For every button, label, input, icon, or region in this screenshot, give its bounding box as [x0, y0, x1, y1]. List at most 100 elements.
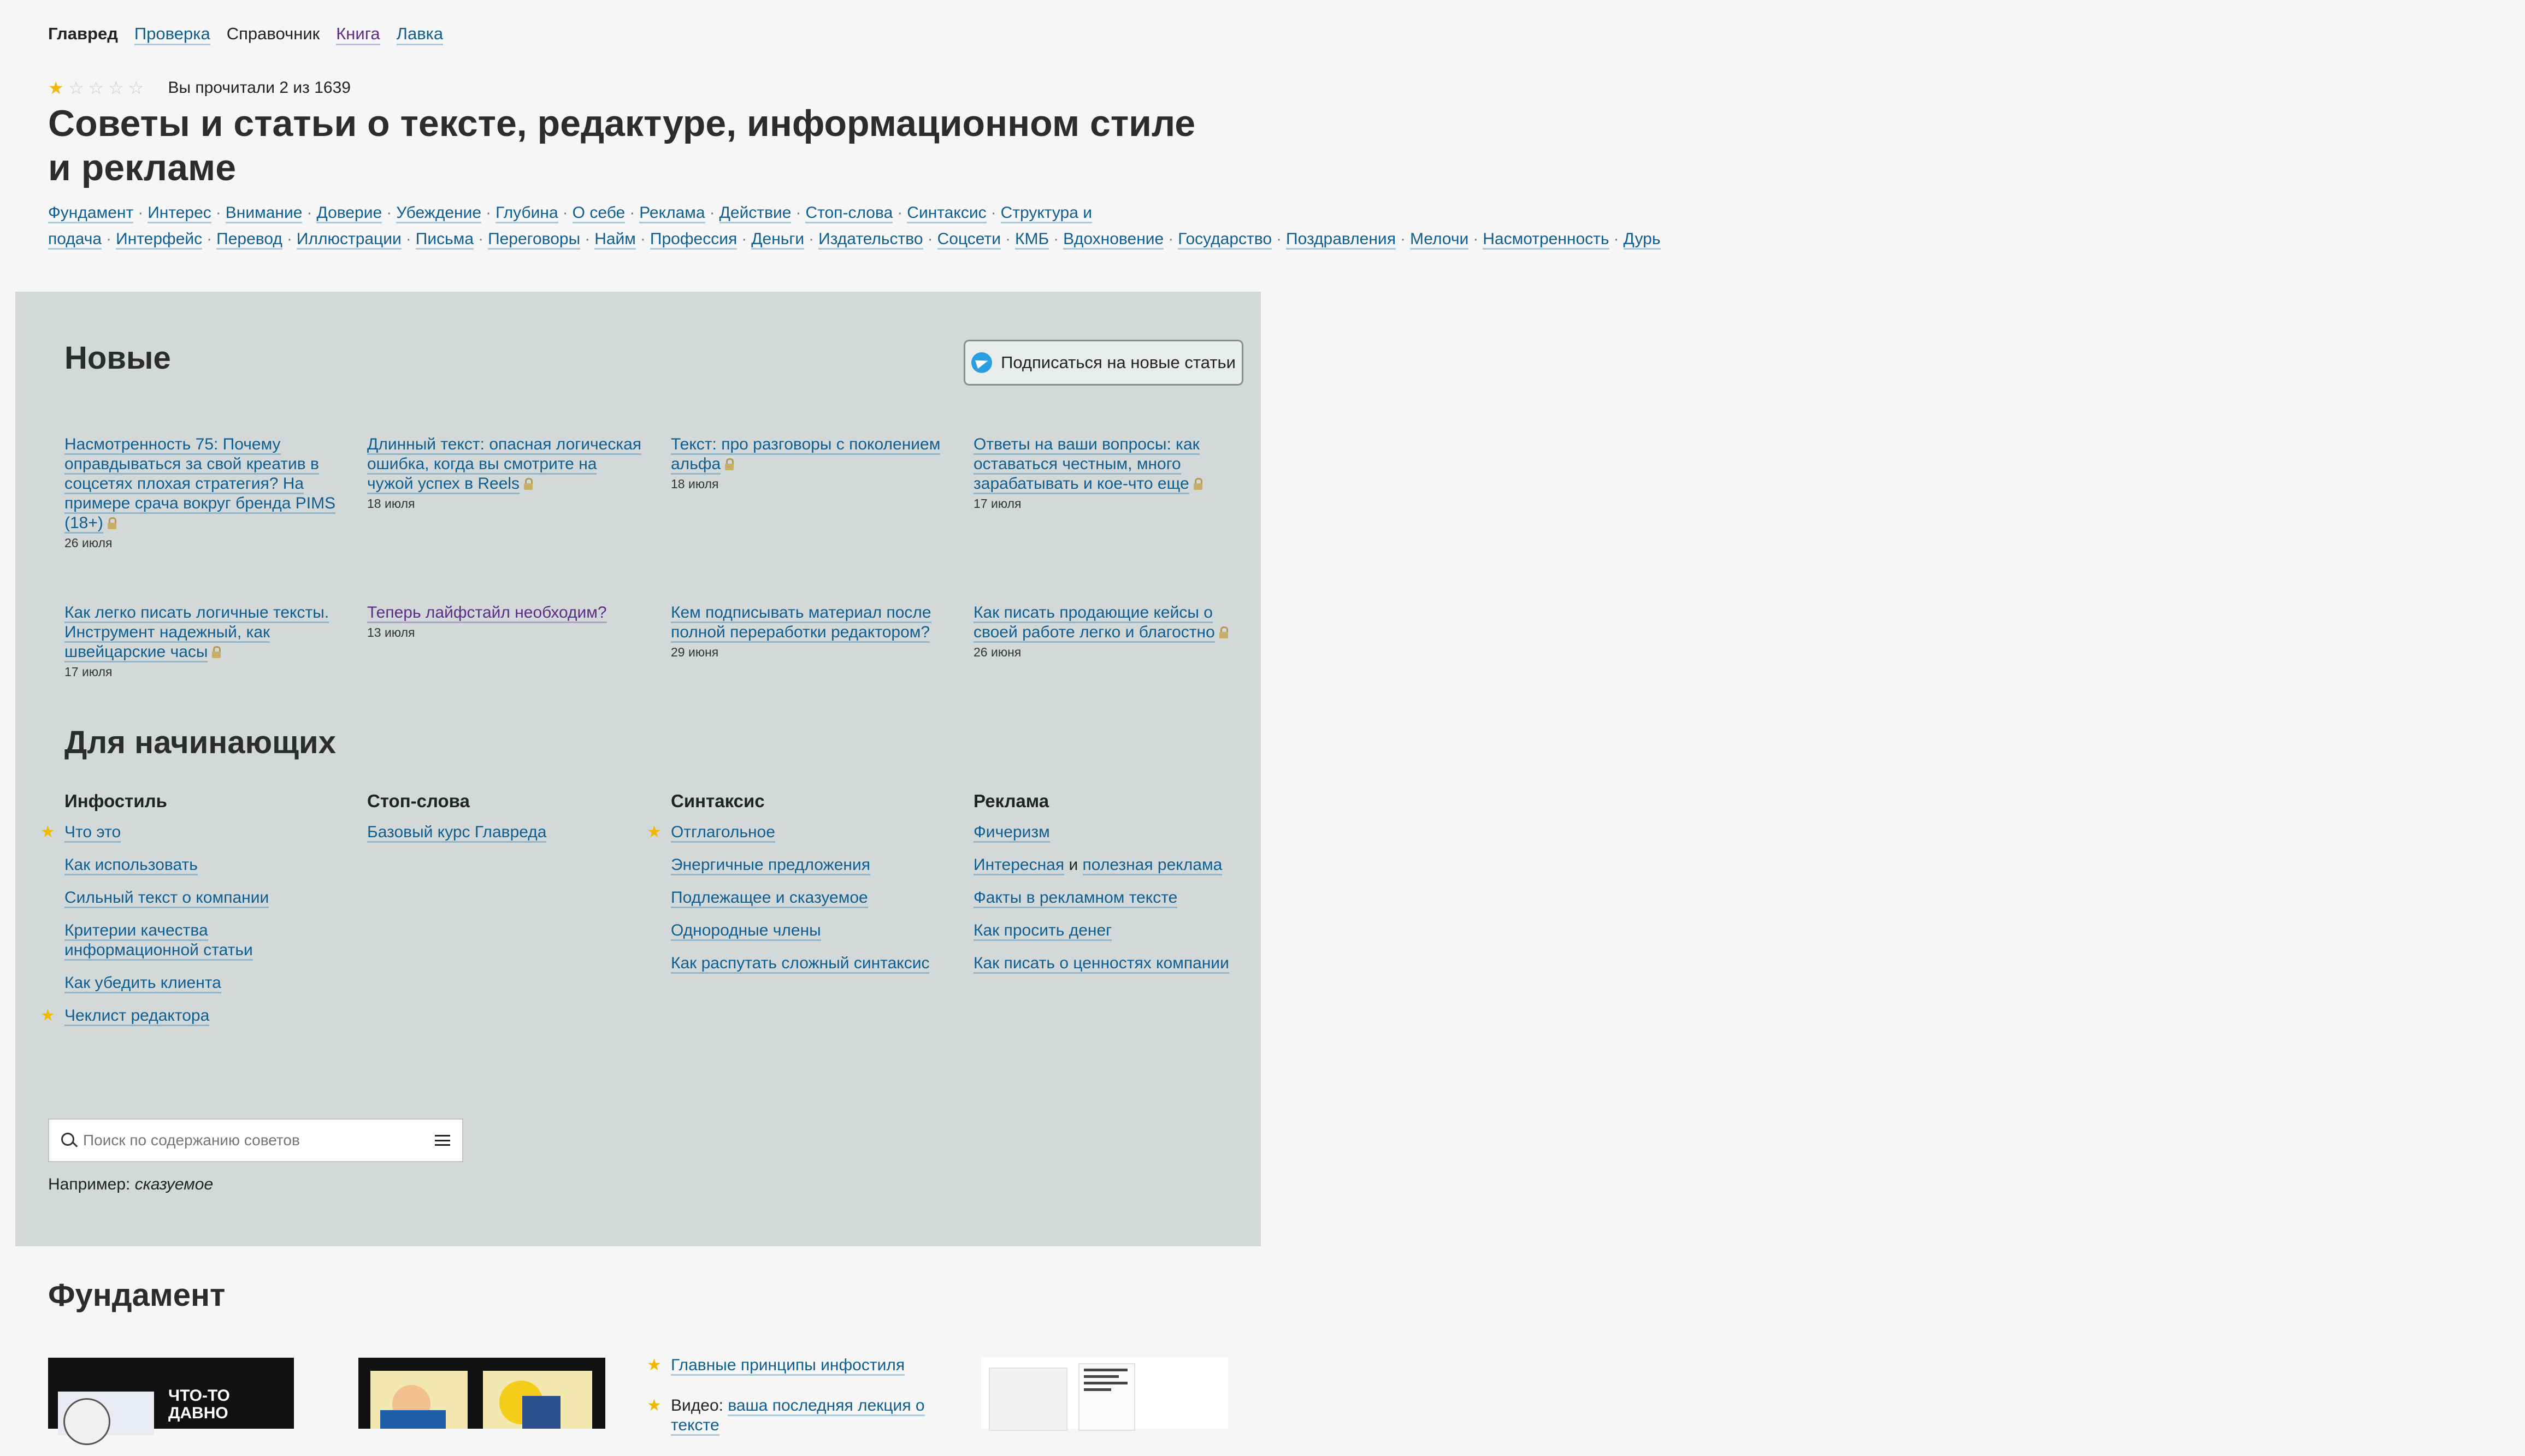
tag-link[interactable]: Внимание — [225, 204, 303, 223]
article-link[interactable]: Текст: про разговоры с поколением альфа — [671, 435, 941, 475]
list-link[interactable]: Как убедить клиента — [64, 974, 221, 993]
list-link[interactable]: Как распутать сложный синтаксис — [671, 954, 930, 974]
list-link[interactable]: полезная реклама — [1082, 856, 1223, 875]
column-title: Синтаксис — [671, 791, 765, 811]
tag-link[interactable]: Доверие — [316, 204, 382, 223]
list-link[interactable]: Как писать о ценностях компании — [974, 954, 1229, 974]
article-link[interactable]: Кем подписывать материал после полной пе… — [671, 603, 931, 643]
list-link[interactable]: Однородные члены — [671, 921, 821, 941]
tag-link[interactable]: Стоп-слова — [805, 204, 893, 223]
star-icon: ★ — [40, 823, 55, 841]
list-link[interactable]: Критерии качества информационной статьи — [64, 921, 253, 961]
list-link[interactable]: Факты в рекламном тексте — [974, 889, 1178, 908]
star-icon: ☆ — [128, 78, 144, 98]
nav-glavred[interactable]: Главред — [48, 24, 118, 45]
top-nav: Главред Проверка Справочник Книга Лавка — [48, 24, 444, 45]
tag-link[interactable]: Переговоры — [488, 230, 581, 250]
nav-spravochnik[interactable]: Справочник — [227, 24, 320, 45]
article-link[interactable]: Теперь лайфстайл необходим? — [367, 603, 607, 623]
list-link[interactable]: Сильный текст о компании — [64, 889, 269, 908]
tag-link[interactable]: Соцсети — [937, 230, 1001, 250]
tag-link[interactable]: Профессия — [650, 230, 738, 250]
tag-link[interactable]: Перевод — [216, 230, 282, 250]
tag-link[interactable]: Деньги — [751, 230, 805, 250]
column-list-syntax: ★ Отглагольное Энергичные предложения Под… — [647, 822, 955, 986]
tag-link[interactable]: Действие — [719, 204, 792, 223]
article-link[interactable]: Как легко писать логичные тексты. Инстру… — [64, 603, 329, 662]
column-title: Стоп-слова — [367, 791, 470, 811]
list-item: Фичеризм — [974, 822, 1258, 843]
tag-link[interactable]: Дурь — [1623, 230, 1661, 250]
star-icon: ★ — [40, 1007, 55, 1025]
list-item: Как распутать сложный синтаксис — [671, 954, 955, 974]
tag-separator: · — [478, 230, 484, 248]
subscribe-button[interactable]: Подписаться на новые статьи — [964, 340, 1243, 386]
list-link[interactable]: Как просить денег — [974, 921, 1112, 941]
tag-link[interactable]: Вдохновение — [1063, 230, 1164, 250]
list-link[interactable]: Как использовать — [64, 856, 198, 875]
list-link[interactable]: Главные принципы инфостиля — [671, 1356, 905, 1376]
tag-link[interactable]: Реклама — [639, 204, 705, 223]
tag-separator: · — [741, 230, 747, 248]
list-link[interactable]: Базовый курс Главреда — [367, 823, 547, 843]
list-item: Подлежащее и сказуемое — [671, 888, 955, 908]
tag-link[interactable]: Интерфейс — [116, 230, 203, 250]
star-icon: ☆ — [88, 78, 104, 98]
nav-kniga[interactable]: Книга — [336, 24, 380, 45]
tag-separator: · — [486, 204, 492, 222]
list-item: ★ Что это — [40, 822, 349, 843]
nav-lavka[interactable]: Лавка — [396, 24, 444, 45]
article-link[interactable]: Ответы на ваши вопросы: как оставаться ч… — [974, 435, 1200, 494]
tag-link[interactable]: КМБ — [1014, 230, 1049, 250]
star-icon: ☆ — [68, 78, 84, 98]
lock-icon — [1219, 626, 1228, 638]
document-preview — [1078, 1363, 1135, 1431]
nav-proverka[interactable]: Проверка — [134, 24, 210, 45]
page-title: Советы и статьи о тексте, редактуре, инф… — [48, 103, 1196, 188]
lock-icon — [1193, 478, 1202, 490]
tag-separator: · — [709, 204, 715, 222]
article-card: Ответы на ваши вопросы: как оставаться ч… — [974, 435, 1252, 511]
tag-separator: · — [585, 230, 591, 248]
lock-icon — [725, 458, 734, 470]
tag-link[interactable]: Иллюстрации — [296, 230, 402, 250]
tag-link[interactable]: Государство — [1178, 230, 1272, 250]
fundament-thumbnail[interactable] — [358, 1358, 605, 1429]
search-input[interactable] — [82, 1131, 435, 1150]
search-icon — [61, 1133, 76, 1148]
tag-separator: · — [809, 230, 815, 248]
tag-link[interactable]: Глубина — [495, 204, 558, 223]
tag-separator: · — [927, 230, 933, 248]
article-link[interactable]: Насмотренность 75: Почему оправдываться … — [64, 435, 336, 534]
list-link[interactable]: Фичеризм — [974, 823, 1050, 843]
telegram-icon — [971, 352, 993, 373]
fundament-thumbnail[interactable]: ЧТО-ТО ДАВНО — [48, 1358, 294, 1445]
tag-link[interactable]: Насмотренность — [1483, 230, 1609, 250]
list-link[interactable]: Подлежащее и сказуемое — [671, 889, 868, 908]
list-link[interactable]: Чеклист редактора — [64, 1007, 210, 1026]
list-link[interactable]: Энергичные предложения — [671, 856, 870, 875]
menu-icon[interactable] — [435, 1135, 450, 1146]
tag-link[interactable]: Письма — [415, 230, 474, 250]
tag-link[interactable]: Издательство — [818, 230, 923, 250]
fundament-thumbnail[interactable] — [981, 1358, 1228, 1431]
tag-link[interactable]: Интерес — [148, 204, 211, 223]
list-link[interactable]: Отглагольное — [671, 823, 775, 843]
article-link[interactable]: Как писать продающие кейсы о своей работ… — [974, 603, 1215, 643]
tag-link[interactable]: О себе — [572, 204, 626, 223]
article-link[interactable]: Длинный текст: опасная логическая ошибка… — [367, 435, 642, 494]
list-link[interactable]: Что это — [64, 823, 121, 843]
article-card: Длинный текст: опасная логическая ошибка… — [367, 435, 646, 511]
star-icon: ★ — [647, 1356, 662, 1374]
list-link[interactable]: Интересная — [974, 856, 1065, 875]
tag-link[interactable]: Убеждение — [396, 204, 482, 223]
tag-link[interactable]: Поздравления — [1286, 230, 1396, 250]
example-word[interactable]: сказуемое — [135, 1175, 213, 1193]
tag-link[interactable]: Мелочи — [1409, 230, 1469, 250]
article-date: 18 июля — [671, 477, 719, 491]
star-icon: ★ — [647, 823, 662, 841]
tag-link[interactable]: Найм — [594, 230, 636, 250]
tag-separator: · — [1613, 230, 1619, 248]
tag-link[interactable]: Фундамент — [48, 204, 134, 223]
tag-link[interactable]: Синтаксис — [907, 204, 987, 223]
